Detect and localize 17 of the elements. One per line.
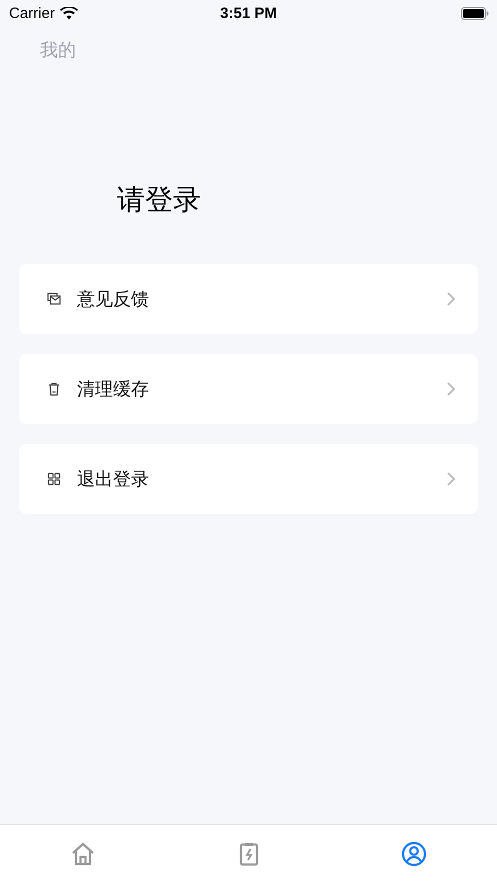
menu-item[interactable]: 清理缓存 xyxy=(19,354,478,424)
trash-icon xyxy=(47,382,61,396)
menu-item[interactable]: 意见反馈 xyxy=(19,264,478,334)
status-time: 3:51 PM xyxy=(220,4,277,22)
login-prompt[interactable]: 请登录 xyxy=(117,178,497,222)
carrier-name: Carrier xyxy=(9,4,55,22)
chevron-icon xyxy=(446,381,456,397)
grid-icon xyxy=(47,472,61,486)
home-icon xyxy=(70,841,96,867)
battery-icon xyxy=(461,6,489,20)
wifi-icon xyxy=(60,6,78,20)
mail-icon xyxy=(47,292,61,306)
page-title: 我的 xyxy=(39,39,77,63)
menu-item[interactable]: 退出登录 xyxy=(19,444,478,514)
chevron-icon xyxy=(446,471,456,487)
chevron-icon xyxy=(446,291,456,307)
user-icon xyxy=(401,841,428,867)
